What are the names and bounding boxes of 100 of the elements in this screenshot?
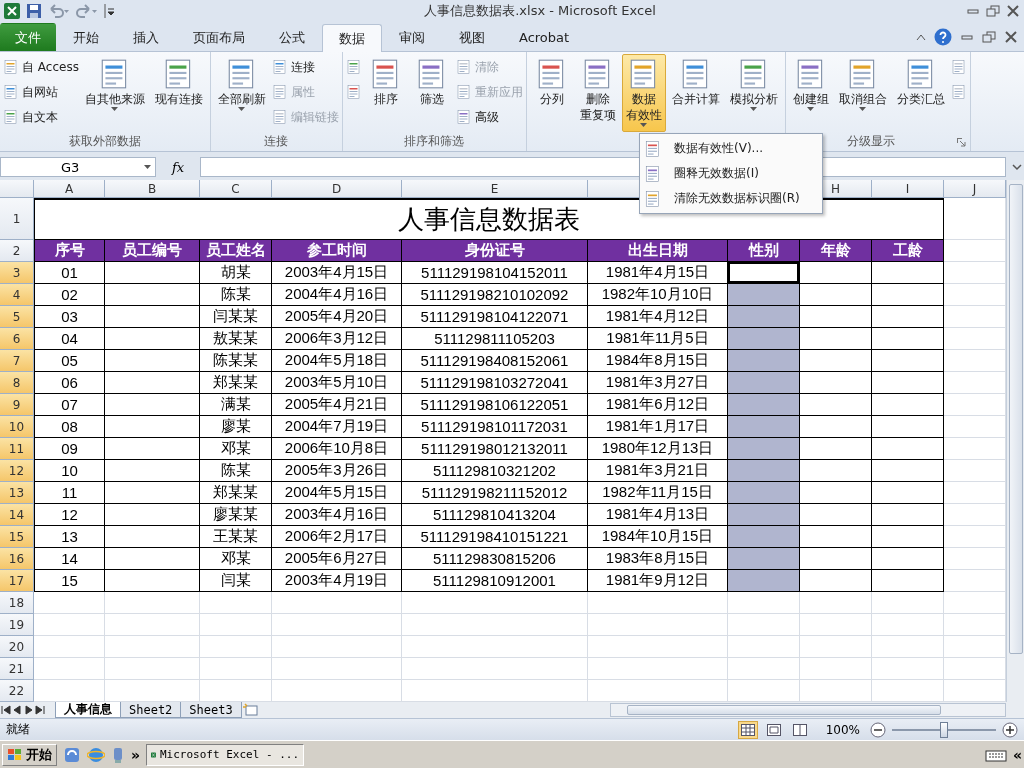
refresh-icon[interactable] [63, 745, 81, 764]
table-cell: 邓某 [200, 438, 272, 460]
column-header[interactable]: E [402, 180, 588, 198]
table-cell: 2006年3月12日 [272, 328, 402, 350]
column-header[interactable]: I [872, 180, 944, 198]
ribbon-tab[interactable]: 视图 [442, 23, 502, 51]
close-icon[interactable] [1004, 31, 1018, 43]
menu-item-icon [644, 189, 662, 208]
restore-icon[interactable] [982, 31, 996, 43]
sheet-tab[interactable]: Sheet2 [120, 702, 182, 718]
ribbon-button[interactable]: 全部刷新 [213, 54, 270, 132]
ribbon-tab[interactable]: 插入 [116, 23, 176, 51]
row-header[interactable]: 14 [0, 504, 34, 526]
row-header[interactable]: 12 [0, 460, 34, 482]
vertical-scrollbar[interactable] [1006, 180, 1024, 702]
customize-icon[interactable] [104, 4, 114, 18]
column-header[interactable]: B [105, 180, 200, 198]
column-header[interactable]: C [200, 180, 272, 198]
row-header[interactable]: 10 [0, 416, 34, 438]
ribbon-button[interactable]: 创建组 [788, 54, 833, 132]
horizontal-scrollbar[interactable] [610, 703, 1006, 717]
row-header[interactable]: 13 [0, 482, 34, 504]
dialog-launcher-icon[interactable] [956, 138, 966, 147]
row-header[interactable]: 17 [0, 570, 34, 592]
table-cell: 2004年5月15日 [272, 482, 402, 504]
menu-item[interactable]: 数据有效性(V)... [640, 136, 822, 161]
ribbon-button[interactable]: 取消组合 [834, 54, 891, 132]
browser-icon[interactable] [87, 745, 105, 764]
ribbon-button[interactable]: 高级 [455, 106, 523, 128]
file-tab[interactable]: 文件 [0, 23, 56, 51]
sheet-icon [3, 84, 19, 100]
sheet-tab[interactable]: 人事信息 [55, 702, 121, 718]
undo-icon[interactable] [48, 3, 70, 19]
ribbon-tab[interactable]: 公式 [262, 23, 322, 51]
ribbon-button[interactable]: 自其他来源 [80, 54, 149, 132]
ribbon-button[interactable]: 自 Access [3, 56, 79, 78]
ribbon-tab[interactable]: 数据 [322, 24, 382, 52]
restore-icon[interactable] [986, 5, 1000, 17]
caret-icon [640, 123, 648, 127]
row-header[interactable]: 3 [0, 262, 34, 284]
ribbon-button[interactable]: 模拟分析 [725, 54, 782, 132]
row-header[interactable]: 5 [0, 306, 34, 328]
column-header[interactable]: D [272, 180, 402, 198]
ribbon-button[interactable]: 自文本 [3, 106, 79, 128]
row-header[interactable]: 16 [0, 548, 34, 570]
collapse-ribbon-icon[interactable] [916, 33, 926, 41]
row-header[interactable]: 22 [0, 680, 34, 702]
sheet-cell [944, 482, 1006, 504]
ribbon-button[interactable]: 现有连接 [150, 54, 207, 132]
insert-function-button[interactable]: fx [160, 159, 196, 175]
ribbon-tab[interactable]: 页面布局 [176, 23, 262, 51]
ribbon-tab[interactable]: Acrobat [502, 23, 587, 51]
taskbar-window-button[interactable]: Microsoft Excel - ... [146, 743, 305, 766]
slider-thumb[interactable] [940, 721, 948, 738]
insert-sheet-icon[interactable] [241, 703, 260, 717]
close-icon[interactable] [1006, 5, 1020, 17]
row-header[interactable]: 18 [0, 592, 34, 614]
row-header[interactable]: 20 [0, 636, 34, 658]
zoom-level[interactable]: 100% [825, 722, 860, 737]
ribbon-tab[interactable]: 开始 [56, 23, 116, 51]
row-header[interactable]: 19 [0, 614, 34, 636]
ribbon-button[interactable]: 排序 [363, 54, 408, 132]
select-all-button[interactable] [0, 180, 34, 198]
table-cell: 2005年4月20日 [272, 306, 402, 328]
collapse-chevron[interactable]: « [1012, 746, 1022, 763]
row-header[interactable]: 2 [0, 240, 34, 262]
ribbon-tab[interactable]: 审阅 [382, 23, 442, 51]
row-header[interactable]: 11 [0, 438, 34, 460]
help-icon[interactable] [934, 28, 952, 46]
table-cell: 1981年1月17日 [588, 416, 728, 438]
zoom-out-icon[interactable] [870, 721, 886, 738]
view-button[interactable] [737, 720, 758, 739]
column-header[interactable]: A [34, 180, 105, 198]
ribbon-button[interactable]: 连接 [271, 56, 339, 78]
overflow-chevron[interactable]: » [131, 746, 141, 763]
row-header[interactable]: 9 [0, 394, 34, 416]
row-header[interactable]: 8 [0, 372, 34, 394]
name-box[interactable]: G3 [0, 157, 156, 177]
row-header[interactable]: 1 [0, 198, 34, 240]
row-header[interactable]: 21 [0, 658, 34, 680]
keyboard-icon[interactable] [984, 747, 1007, 762]
ribbon-button[interactable]: 删除 重复项 [575, 54, 620, 132]
ribbon-button[interactable]: 分类汇总 [892, 54, 949, 132]
ribbon-button[interactable]: 合并计算 [667, 54, 724, 132]
ribbon-button[interactable]: 分列 [529, 54, 574, 132]
zoom-in-icon[interactable] [1002, 721, 1018, 738]
ribbon-button[interactable]: 筛选 [409, 54, 454, 132]
computer-icon[interactable] [111, 745, 125, 764]
redo-icon[interactable] [76, 3, 98, 19]
ribbon-button[interactable]: 数据 有效性 [621, 54, 666, 132]
ribbon-button[interactable]: 自网站 [3, 81, 79, 103]
start-button[interactable]: 开始 [2, 743, 57, 766]
save-icon[interactable] [26, 3, 42, 19]
row-header[interactable]: 15 [0, 526, 34, 548]
table-cell: 511129811105203 [402, 328, 588, 350]
sheet-tab[interactable]: Sheet3 [180, 702, 242, 718]
row-header[interactable]: 6 [0, 328, 34, 350]
row-header[interactable]: 4 [0, 284, 34, 306]
row-header[interactable]: 7 [0, 350, 34, 372]
column-header[interactable]: J [944, 180, 1006, 198]
